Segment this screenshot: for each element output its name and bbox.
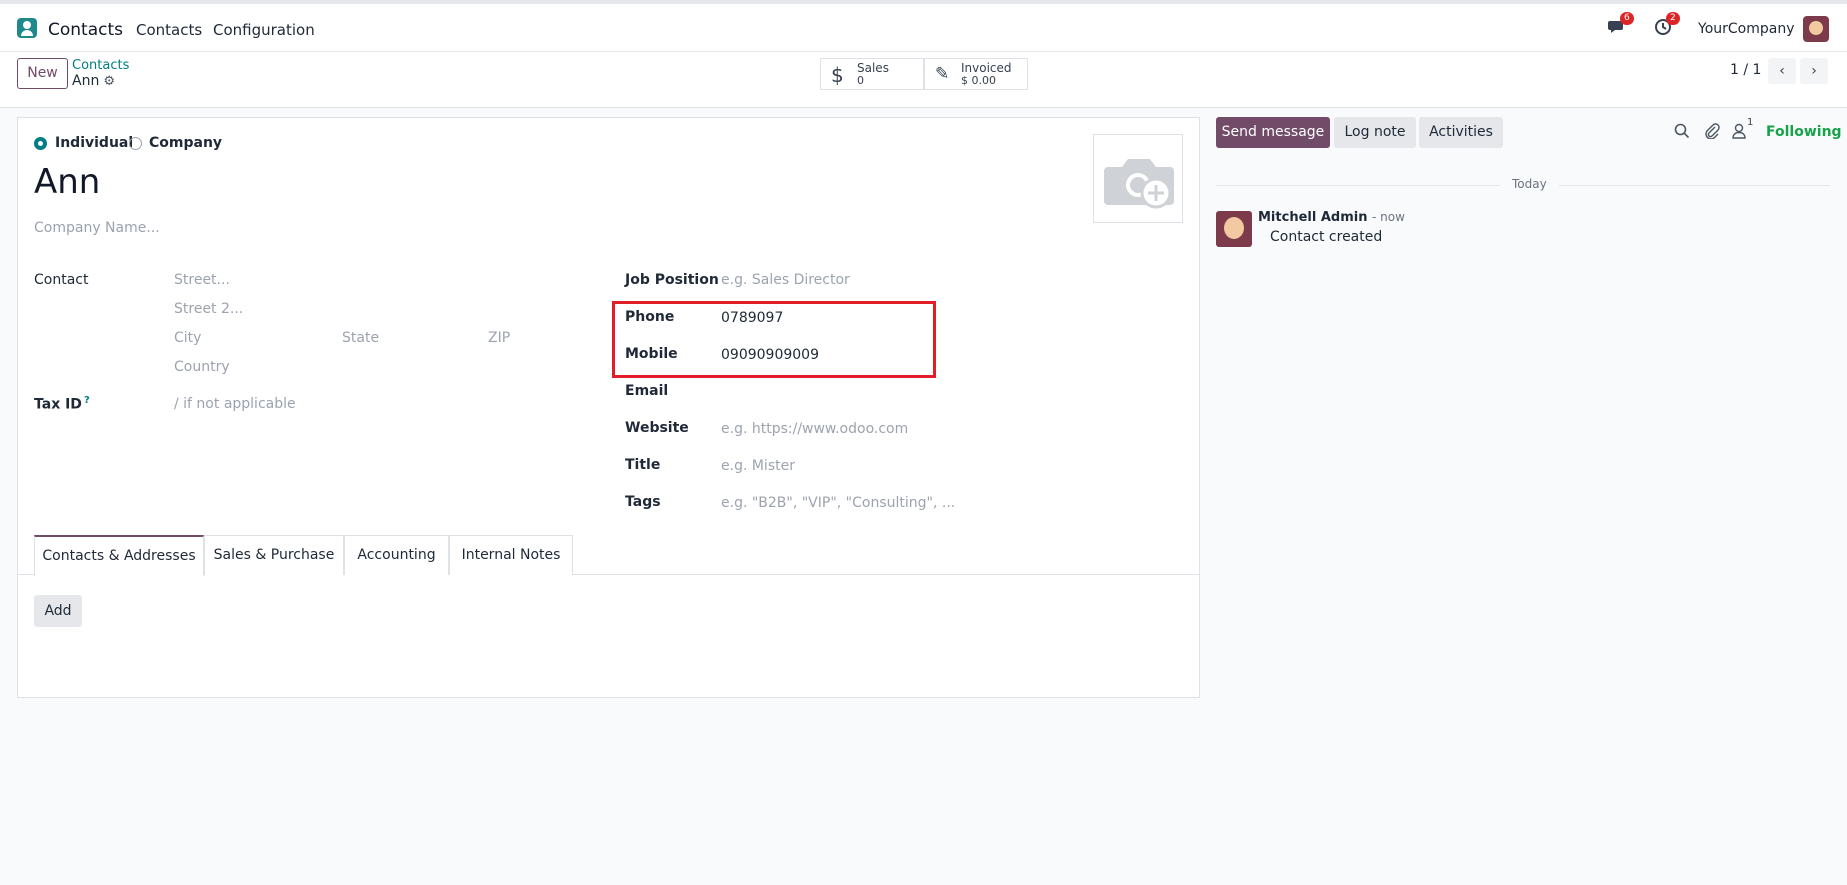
invoiced-label: Invoiced (961, 61, 1012, 75)
radio-company[interactable] (129, 137, 142, 150)
invoiced-value: $ 0.00 (961, 74, 996, 87)
radio-individual[interactable] (34, 137, 47, 150)
state-select[interactable]: State (342, 330, 379, 346)
tab-internal-notes[interactable]: Internal Notes (449, 535, 573, 575)
add-button[interactable]: Add (34, 595, 82, 627)
send-message-button[interactable]: Send message (1216, 117, 1330, 148)
date-divider-label: Today (1500, 177, 1559, 191)
zip-input[interactable]: ZIP (488, 330, 510, 346)
contact-name-input[interactable]: Ann (34, 162, 100, 202)
activities-badge: 2 (1666, 12, 1680, 25)
app-name[interactable]: Contacts (48, 20, 123, 40)
message-author-name[interactable]: Mitchell Admin (1258, 210, 1367, 225)
photo-upload[interactable] (1093, 134, 1183, 223)
new-button[interactable]: New (17, 58, 68, 89)
tab-accounting[interactable]: Accounting (344, 535, 449, 575)
followers-icon[interactable]: 1 (1732, 117, 1753, 143)
tags-label: Tags (625, 494, 661, 510)
camera-plus-icon (1104, 159, 1174, 209)
company-name-input[interactable]: Company Name... (34, 220, 160, 236)
email-input[interactable] (721, 383, 961, 401)
breadcrumb-current: Ann ⚙ (72, 73, 115, 89)
contacts-app-icon[interactable] (17, 18, 37, 38)
country-select[interactable]: Country (174, 359, 230, 375)
menu-configuration[interactable]: Configuration (213, 21, 315, 39)
street2-input[interactable]: Street 2... (174, 301, 243, 317)
breadcrumb-contacts[interactable]: Contacts (72, 58, 129, 73)
edit-icon: ✎ (935, 64, 950, 84)
sales-label: Sales (857, 61, 889, 75)
street-input[interactable]: Street... (174, 272, 230, 288)
contact-label: Contact (34, 272, 89, 288)
job-position-label: Job Position (625, 272, 719, 288)
message-time: - now (1371, 210, 1405, 224)
pager-next-icon[interactable]: › (1800, 58, 1828, 84)
followers-count: 1 (1747, 117, 1754, 128)
menu-contacts[interactable]: Contacts (136, 21, 202, 39)
dollar-icon: $ (831, 63, 844, 87)
messages-icon[interactable]: 6 (1608, 12, 1634, 38)
activities-button[interactable]: Activities (1419, 117, 1503, 148)
activities-icon[interactable]: 2 (1654, 12, 1680, 38)
invoiced-smart-button[interactable]: ✎ Invoiced $ 0.00 (924, 58, 1028, 90)
control-panel: New Contacts Ann ⚙ $ Sales 0 ✎ Invoiced $… (0, 52, 1847, 108)
pager-previous-icon[interactable]: ‹ (1768, 58, 1796, 84)
phone-mobile-highlight-box (612, 301, 936, 378)
form-sheet: Individual Company Ann Company Name... C… (17, 117, 1200, 698)
following-button[interactable]: Following (1766, 124, 1842, 140)
help-tooltip-icon[interactable]: ? (84, 395, 90, 406)
email-label: Email (625, 383, 669, 399)
city-input[interactable]: City (174, 330, 201, 346)
website-label: Website (625, 420, 689, 436)
title-label: Title (625, 457, 661, 473)
breadcrumb-current-label: Ann (72, 73, 100, 89)
tax-id-input[interactable]: / if not applicable (174, 396, 296, 412)
sales-smart-button[interactable]: $ Sales 0 (820, 58, 924, 90)
pager-value[interactable]: 1 / 1 (1730, 62, 1761, 78)
paperclip-icon[interactable] (1704, 123, 1720, 143)
message-author: Mitchell Admin - now (1258, 210, 1405, 225)
tags-input[interactable]: e.g. "B2B", "VIP", "Consulting", ... (721, 495, 955, 511)
tab-sales-purchase[interactable]: Sales & Purchase (204, 535, 344, 575)
tax-id-label-text: Tax ID (34, 396, 82, 413)
user-avatar[interactable] (1803, 16, 1829, 42)
gear-icon[interactable]: ⚙ (103, 74, 115, 89)
title-select[interactable]: e.g. Mister (721, 458, 795, 474)
sales-value: 0 (857, 74, 864, 87)
notebook-tabs: Contacts & Addresses Sales & Purchase Ac… (18, 535, 1199, 576)
search-icon[interactable] (1674, 123, 1690, 143)
company-switcher[interactable]: YourCompany (1698, 21, 1795, 37)
website-input[interactable]: e.g. https://www.odoo.com (721, 421, 908, 437)
message-body: Contact created (1270, 229, 1383, 245)
chatter: Send message Log note Activities 1 Follo… (1216, 117, 1842, 317)
author-avatar[interactable] (1216, 211, 1252, 247)
log-note-button[interactable]: Log note (1334, 117, 1416, 148)
job-position-input[interactable]: e.g. Sales Director (721, 272, 850, 288)
tax-id-label: Tax ID? (34, 395, 90, 413)
radio-individual-label[interactable]: Individual (55, 135, 133, 151)
messages-badge: 6 (1620, 12, 1634, 25)
radio-company-label[interactable]: Company (149, 135, 222, 151)
top-navbar: Contacts Contacts Configuration 6 2 Your… (0, 0, 1847, 52)
tab-contacts-addresses[interactable]: Contacts & Addresses (34, 535, 204, 576)
